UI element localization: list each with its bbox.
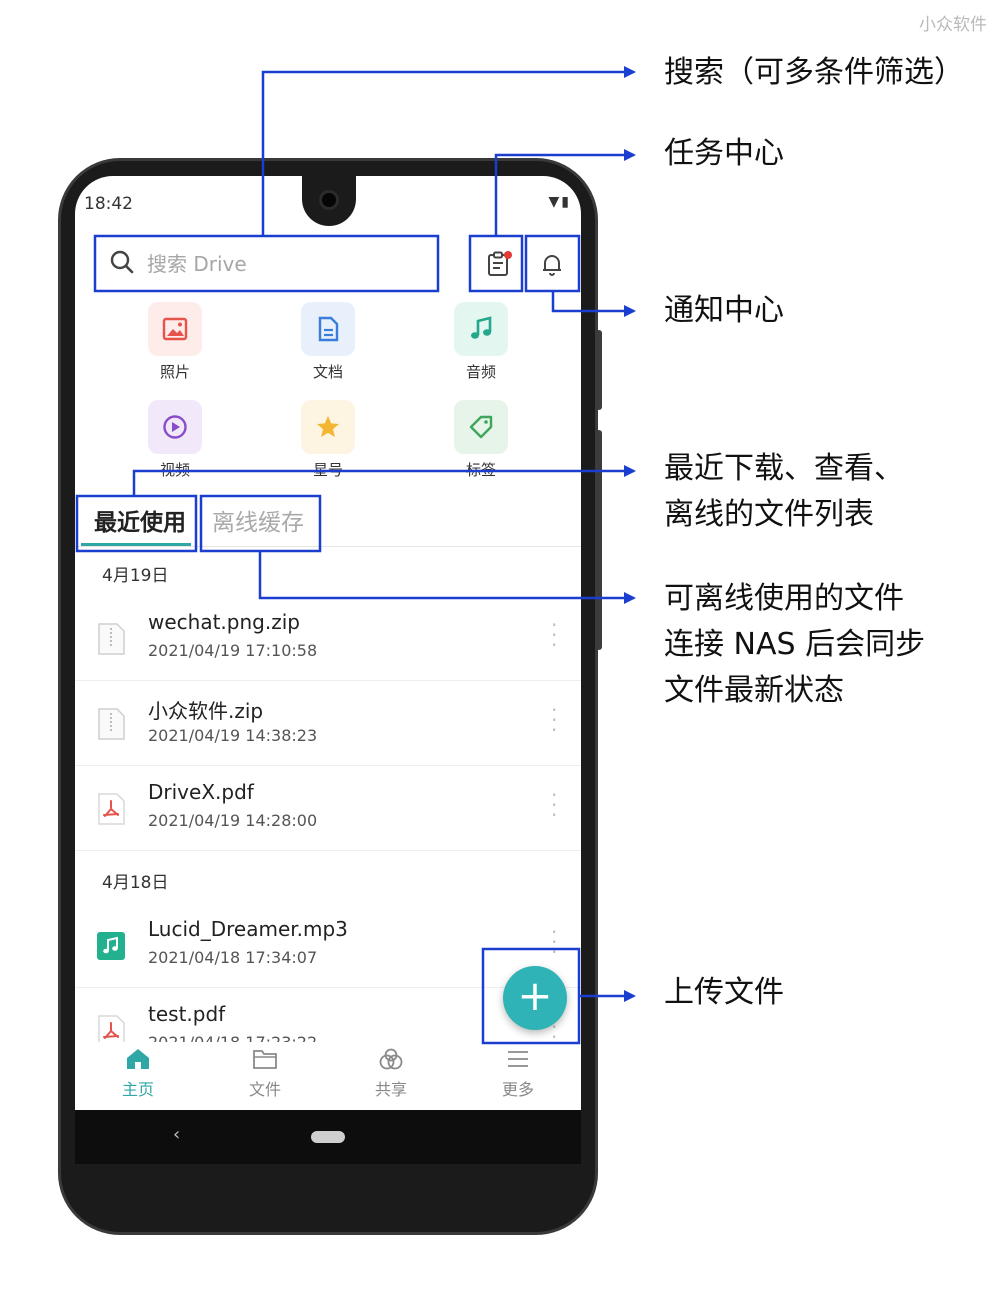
tab-offline[interactable]: 离线缓存 — [212, 503, 304, 537]
upload-fab-button[interactable]: + — [503, 966, 567, 1030]
audio-file-icon — [95, 929, 127, 963]
app-screen: 18:42 ▼▮ 照片 文档 音频 视频 星号 标签 最近使用 离线缓存 4月1… — [75, 176, 581, 1164]
bottom-nav: 主页 文件 共享 更多 — [75, 1042, 581, 1110]
zip-file-icon — [95, 707, 127, 741]
image-icon — [148, 302, 202, 356]
annotation-offline-3: 文件最新状态 — [664, 673, 844, 708]
date-header: 4月19日 — [102, 566, 169, 586]
file-name: 小众软件.zip — [148, 699, 264, 723]
category-document[interactable]: 文档 — [288, 302, 368, 382]
bell-icon — [543, 255, 561, 276]
home-pill[interactable] — [311, 1131, 345, 1143]
star-icon — [301, 400, 355, 454]
music-icon — [454, 302, 508, 356]
category-label: 照片 — [159, 363, 190, 381]
wifi-icon: ▼ — [548, 194, 562, 210]
zip-file-icon — [95, 622, 127, 656]
category-label: 视频 — [159, 461, 190, 479]
file-name: test.pdf — [148, 1002, 226, 1026]
annotation-recent-1: 最近下载、查看、 — [664, 451, 904, 486]
tag-icon — [454, 400, 508, 454]
annotation-offline-2: 连接 NAS 后会同步 — [664, 627, 926, 662]
nav-label: 共享 — [374, 1080, 407, 1099]
nav-folder[interactable]: 文件 — [220, 1048, 310, 1100]
system-nav-bar: ‹ — [75, 1110, 581, 1164]
nav-label: 更多 — [501, 1080, 534, 1099]
file-row[interactable]: DriveX.pdf 2021/04/19 14:28:00 · · · — [75, 766, 581, 851]
file-row[interactable]: 小众软件.zip 2021/04/19 14:38:23 · · · — [75, 681, 581, 766]
file-row[interactable]: wechat.png.zip 2021/04/19 17:10:58 · · · — [75, 596, 581, 681]
search-icon — [97, 249, 147, 279]
category-label: 文档 — [312, 363, 343, 381]
file-time: 2021/04/19 14:38:23 — [148, 726, 318, 745]
tab-recent[interactable]: 最近使用 — [94, 503, 186, 537]
annotation-upload: 上传文件 — [664, 975, 784, 1010]
annotation-notify: 通知中心 — [664, 293, 784, 328]
category-music[interactable]: 音频 — [441, 302, 521, 382]
task-center-button[interactable] — [472, 237, 524, 291]
file-name: DriveX.pdf — [148, 780, 254, 804]
document-icon — [301, 302, 355, 356]
file-time: 2021/04/18 17:34:07 — [148, 948, 318, 967]
file-time: 2021/04/19 17:10:58 — [148, 641, 318, 660]
file-name: wechat.png.zip — [148, 610, 300, 634]
camera-icon — [319, 190, 339, 210]
nav-home[interactable]: 主页 — [93, 1048, 183, 1100]
battery-icon: ▮ — [561, 194, 571, 210]
annotation-offline-1: 可离线使用的文件 — [664, 581, 904, 616]
home-icon — [93, 1048, 183, 1074]
watermark: 小众软件 — [919, 15, 987, 35]
annotation-tasks: 任务中心 — [664, 136, 784, 171]
category-star[interactable]: 星号 — [288, 400, 368, 480]
annotation-recent-2: 离线的文件列表 — [664, 497, 874, 532]
volume-button — [596, 330, 602, 410]
side-button — [596, 430, 602, 650]
file-name: Lucid_Dreamer.mp3 — [148, 917, 348, 941]
back-icon[interactable]: ‹ — [173, 1124, 180, 1145]
search-bar[interactable] — [97, 237, 437, 291]
date-header: 4月18日 — [102, 873, 169, 893]
more-vert-icon[interactable]: ··· — [551, 615, 557, 655]
category-image[interactable]: 照片 — [135, 302, 215, 382]
category-label: 音频 — [465, 363, 496, 381]
nav-share[interactable]: 共享 — [346, 1048, 436, 1100]
status-icons: ▼▮ — [549, 194, 572, 210]
menu-icon — [473, 1048, 563, 1074]
camera-notch — [302, 176, 356, 226]
file-time: 2021/04/19 14:28:00 — [148, 811, 318, 830]
category-label: 标签 — [465, 461, 496, 479]
tab-indicator — [81, 543, 191, 546]
annotation-search: 搜索（可多条件筛选） — [664, 55, 964, 90]
nav-menu[interactable]: 更多 — [473, 1048, 563, 1100]
more-vert-icon[interactable]: ··· — [551, 785, 557, 825]
category-tag[interactable]: 标签 — [441, 400, 521, 480]
more-vert-icon[interactable]: ··· — [551, 700, 557, 740]
nav-label: 主页 — [121, 1080, 154, 1099]
category-play[interactable]: 视频 — [135, 400, 215, 480]
category-label: 星号 — [312, 461, 343, 479]
status-time: 18:42 — [84, 194, 133, 214]
notification-button[interactable] — [526, 237, 578, 291]
folder-icon — [220, 1048, 310, 1074]
file-row[interactable]: Lucid_Dreamer.mp3 2021/04/18 17:34:07 · ·… — [75, 903, 581, 988]
nav-label: 文件 — [248, 1080, 281, 1099]
pdf-file-icon — [95, 792, 127, 826]
task-badge — [504, 251, 512, 259]
play-icon — [148, 400, 202, 454]
share-icon — [346, 1048, 436, 1074]
search-input[interactable] — [147, 252, 407, 276]
more-vert-icon[interactable]: ··· — [551, 922, 557, 962]
tab-bar: 最近使用 离线缓存 — [75, 495, 581, 547]
